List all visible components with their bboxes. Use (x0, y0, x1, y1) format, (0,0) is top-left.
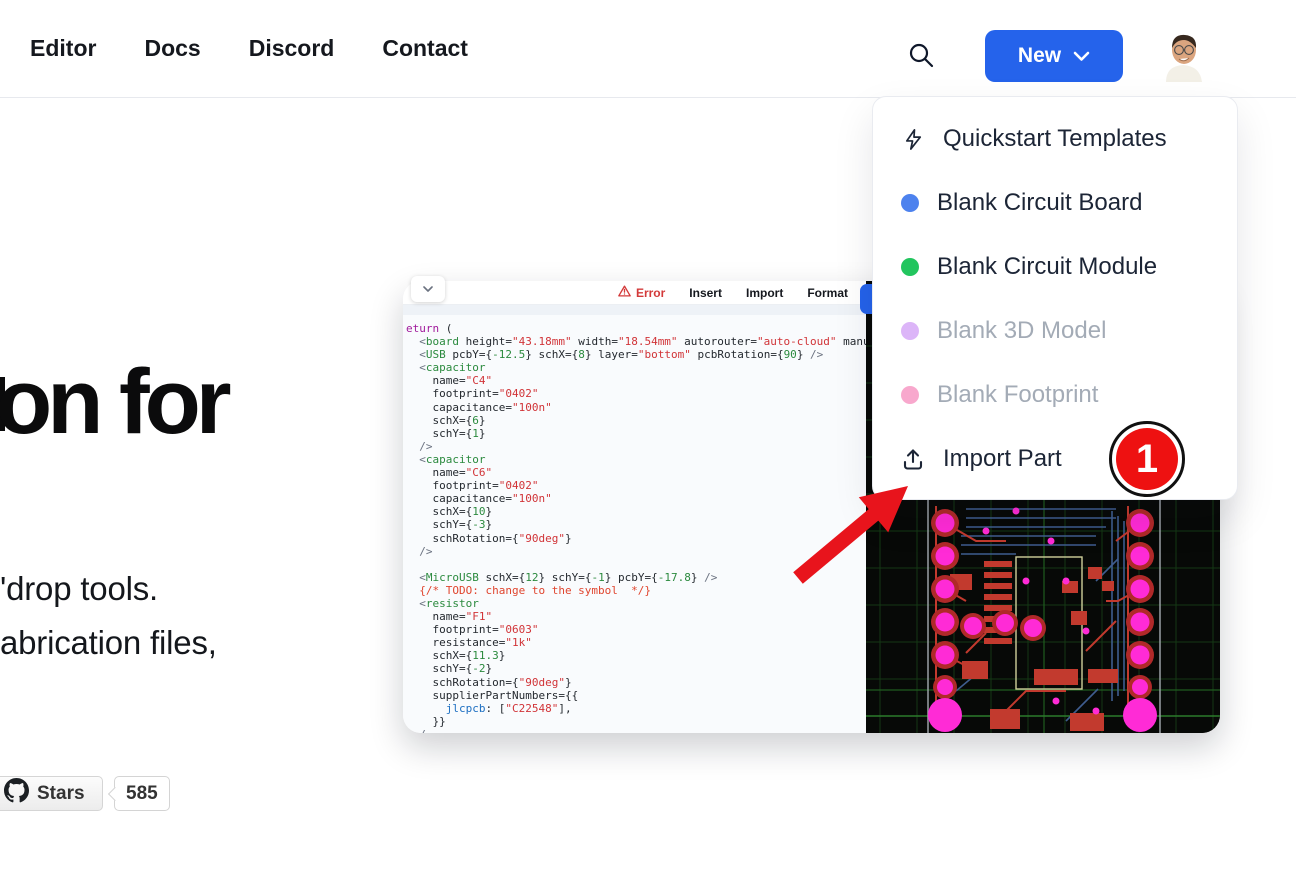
menu-insert[interactable]: Insert (689, 286, 722, 300)
nav-link-docs[interactable]: Docs (144, 35, 200, 62)
new-dropdown-menu: Quickstart Templates Blank Circuit Board… (872, 96, 1238, 500)
green-dot-icon (901, 258, 919, 276)
warning-triangle-icon (618, 285, 631, 300)
hero-paragraph-line-1: 'drop tools. (0, 562, 217, 616)
menu-item-blank-circuit-board[interactable]: Blank Circuit Board (873, 171, 1237, 235)
search-icon (908, 42, 935, 72)
menu-import[interactable]: Import (746, 286, 783, 300)
blue-dot-icon (901, 194, 919, 212)
menu-item-label: Blank 3D Model (937, 317, 1106, 345)
code-editor-scroll-strip (403, 305, 866, 315)
hero-paragraph-line-2: abrication files, (0, 616, 217, 670)
search-button[interactable] (905, 41, 937, 73)
code-area[interactable]: eturn ( <board height="43.18mm" width="1… (403, 315, 866, 733)
nav-links: Editor Docs Discord Contact (30, 0, 468, 97)
menu-item-label: Blank Circuit Module (937, 253, 1157, 281)
menu-item-label: Quickstart Templates (943, 125, 1167, 153)
lavender-dot-icon (901, 322, 919, 340)
new-button[interactable]: New (985, 30, 1123, 82)
step-1-badge: 1 (1109, 421, 1185, 497)
nav-link-editor[interactable]: Editor (30, 35, 96, 62)
menu-item-label: Blank Circuit Board (937, 189, 1142, 217)
nav-link-discord[interactable]: Discord (249, 35, 335, 62)
new-button-label: New (1018, 44, 1061, 68)
chevron-down-icon (1073, 44, 1090, 68)
menu-item-blank-footprint: Blank Footprint (873, 363, 1237, 427)
zap-icon (901, 127, 925, 151)
code-editor-toolbar: Error Insert Import Format (403, 281, 866, 305)
github-star-count[interactable]: 585 (114, 776, 170, 811)
github-stars-button[interactable]: Stars (0, 776, 103, 811)
github-stars-label: Stars (37, 783, 85, 805)
top-navigation-bar: Editor Docs Discord Contact New (0, 0, 1296, 98)
menu-format[interactable]: Format (807, 286, 848, 300)
avatar[interactable] (1156, 28, 1210, 82)
menu-item-label: Blank Footprint (937, 381, 1098, 409)
github-icon (4, 778, 29, 809)
hero-heading-fragment: on for (0, 356, 227, 448)
upload-icon (901, 447, 925, 471)
code-editor-pane: Error Insert Import Format eturn ( <boar… (403, 281, 866, 733)
nav-link-contact[interactable]: Contact (382, 35, 468, 62)
editor-collapse-tab[interactable] (411, 276, 445, 302)
menu-item-quickstart-templates[interactable]: Quickstart Templates (873, 107, 1237, 171)
menu-item-blank-circuit-module[interactable]: Blank Circuit Module (873, 235, 1237, 299)
menu-item-label: Import Part (943, 445, 1062, 473)
error-indicator[interactable]: Error (618, 285, 665, 300)
pink-dot-icon (901, 386, 919, 404)
menu-item-blank-3d-model: Blank 3D Model (873, 299, 1237, 363)
chevron-down-icon (423, 280, 433, 298)
hero-paragraph: 'drop tools. abrication files, (0, 562, 217, 670)
